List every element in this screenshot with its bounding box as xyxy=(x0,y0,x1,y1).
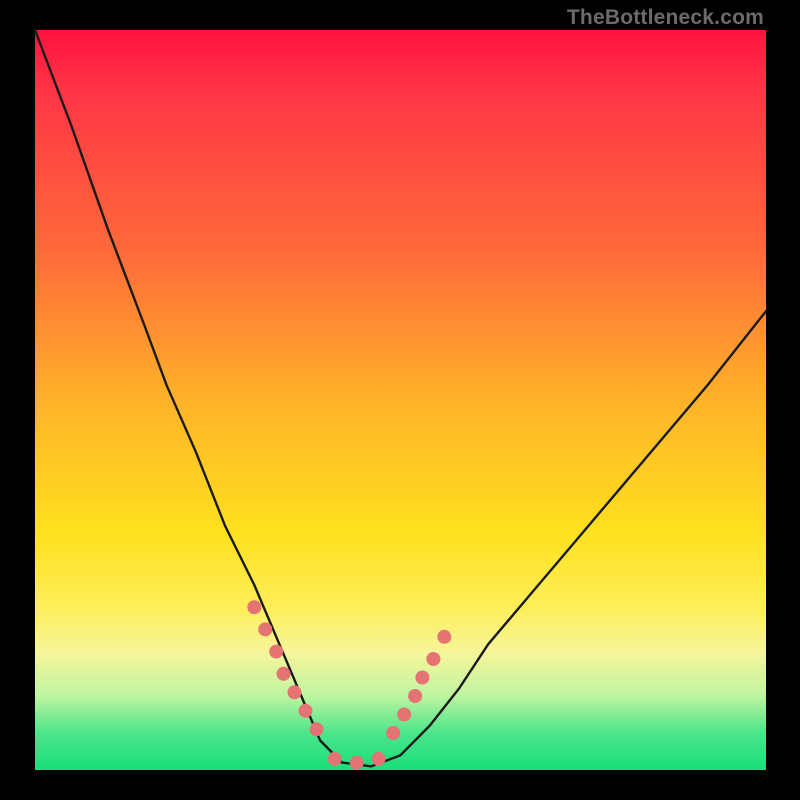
bottleneck-curve xyxy=(35,30,766,766)
plot-area xyxy=(35,30,766,770)
sample-dot xyxy=(247,600,261,614)
sample-dot xyxy=(415,671,429,685)
curve-svg xyxy=(35,30,766,770)
sample-dot xyxy=(372,752,386,766)
sample-dot xyxy=(437,630,451,644)
sample-dot xyxy=(426,652,440,666)
watermark-text: TheBottleneck.com xyxy=(567,6,764,30)
sample-dot xyxy=(397,708,411,722)
sample-dot xyxy=(350,756,364,770)
sample-dot xyxy=(258,622,272,636)
sample-dot xyxy=(386,726,400,740)
sample-dot xyxy=(298,704,312,718)
sample-dot xyxy=(328,752,342,766)
sample-dot xyxy=(309,722,323,736)
sample-dot xyxy=(269,645,283,659)
sample-dot xyxy=(277,667,291,681)
sample-dots xyxy=(247,600,451,769)
chart-stage: TheBottleneck.com xyxy=(0,0,800,800)
sample-dot xyxy=(408,689,422,703)
sample-dot xyxy=(288,685,302,699)
